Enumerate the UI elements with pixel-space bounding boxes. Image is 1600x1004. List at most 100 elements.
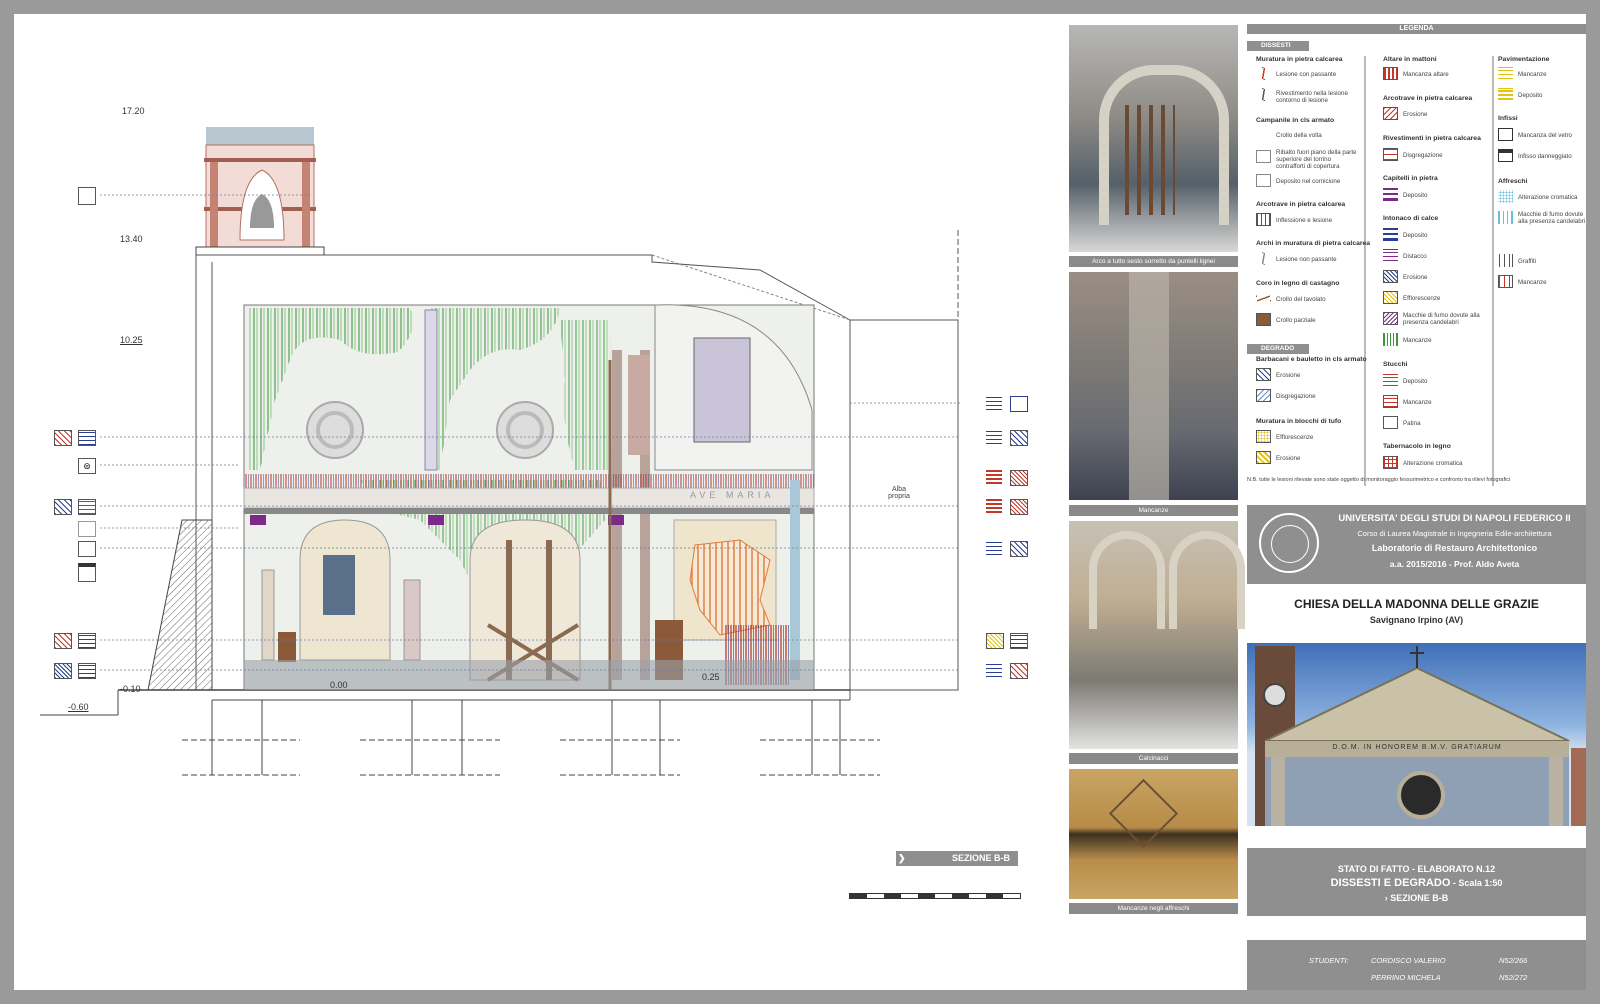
legend-item: Alterazione cromatica bbox=[1518, 194, 1578, 201]
level-label: 17.20 bbox=[122, 106, 145, 116]
marker-icon bbox=[78, 663, 96, 679]
marker-icon bbox=[1010, 633, 1028, 649]
marker-icon bbox=[986, 663, 1002, 677]
legend-heading: Coro in legno di castagno bbox=[1256, 280, 1340, 287]
legend-swatch bbox=[1256, 389, 1271, 402]
legend-swatch bbox=[1383, 416, 1398, 429]
marker-icon bbox=[1010, 396, 1028, 412]
tower-roof bbox=[206, 127, 314, 145]
legend-swatch bbox=[1256, 213, 1271, 226]
legend-item: Erosione bbox=[1403, 274, 1428, 281]
university-lab: Laboratorio di Restauro Architettonico bbox=[1371, 543, 1538, 553]
legend-title: LEGENDA bbox=[1247, 24, 1586, 34]
marker-icon bbox=[986, 499, 1002, 513]
legend-heading: Intonaco di calce bbox=[1383, 215, 1439, 222]
ave-maria-inscription: AVE MARIA bbox=[690, 490, 775, 500]
legend-heading: Arcotrave in pietra calcarea bbox=[1383, 95, 1473, 102]
marker-icon bbox=[54, 499, 72, 515]
level-label: 0.00 bbox=[330, 680, 348, 690]
elaborato-number: STATO DI FATTO - ELABORATO N.12 bbox=[1337, 864, 1496, 874]
height-note: Alba propria bbox=[888, 486, 910, 500]
legend-item: Efflorescenze bbox=[1276, 434, 1314, 441]
legend-heading: Barbacani e bauletto in cls armato bbox=[1256, 356, 1367, 363]
facade-inscription: D.O.M. IN HONOREM B.M.V. GRATIARUM bbox=[1332, 744, 1502, 751]
level-label: 13.40 bbox=[120, 234, 143, 244]
university-seal-icon bbox=[1259, 513, 1319, 573]
legend-item: Mancanze bbox=[1403, 399, 1432, 406]
marker-icon bbox=[1010, 430, 1028, 446]
legend-item: Erosione bbox=[1403, 111, 1428, 118]
legend-swatch bbox=[1256, 292, 1271, 305]
legend-item: Deposito bbox=[1403, 378, 1428, 385]
legend-swatch bbox=[1383, 312, 1398, 325]
legend-swatch bbox=[1498, 275, 1513, 288]
legend-swatch bbox=[1383, 270, 1398, 283]
legend-item: Erosione bbox=[1276, 372, 1301, 379]
legend-swatch bbox=[1498, 67, 1513, 80]
chevron-right-icon: ❯ bbox=[898, 853, 906, 863]
student-name: PERRINO MICHELA bbox=[1371, 973, 1441, 982]
legend-item: Inflessione e lesione bbox=[1276, 217, 1333, 224]
photo-3 bbox=[1069, 521, 1245, 749]
marker-icon bbox=[986, 470, 1002, 484]
legend-item: Infisso danneggiato bbox=[1518, 153, 1572, 160]
legend-item: Deposito bbox=[1403, 232, 1428, 239]
photo-1 bbox=[1069, 25, 1238, 252]
legend-item: Deposito nel cornicione bbox=[1276, 178, 1341, 185]
marker-icon bbox=[78, 430, 96, 446]
marker-icon bbox=[78, 563, 96, 582]
legend-item: Deposito bbox=[1518, 92, 1543, 99]
legend-swatch bbox=[1256, 313, 1271, 326]
marker-icon bbox=[78, 541, 96, 557]
legend-swatch bbox=[1383, 107, 1398, 120]
legend-item: Crollo del tavolato bbox=[1276, 296, 1326, 303]
legend-item: Disgregazione bbox=[1276, 393, 1316, 400]
legend-item: Disgregazione bbox=[1403, 152, 1443, 159]
legend-item: Mancanza altare bbox=[1403, 71, 1449, 78]
legend-swatch bbox=[1256, 430, 1271, 443]
legend-swatch bbox=[1256, 252, 1271, 265]
marker-icon bbox=[78, 187, 96, 205]
legend-item: Efflorescenze bbox=[1403, 295, 1441, 302]
photo-2 bbox=[1069, 272, 1238, 500]
university-block: UNIVERSITA' DEGLI STUDI DI NAPOLI FEDERI… bbox=[1247, 505, 1586, 584]
legend-item: Patina bbox=[1403, 420, 1421, 427]
legend-swatch bbox=[1256, 174, 1271, 187]
marker-icon bbox=[1010, 499, 1028, 515]
legend-swatch bbox=[1256, 451, 1271, 464]
legend-item: Alterazione cromatica bbox=[1403, 460, 1463, 467]
legend-heading: Altare in mattoni bbox=[1383, 56, 1437, 63]
legend-heading: Pavimentazione bbox=[1498, 56, 1550, 63]
church-location: Savignano Irpino (AV) bbox=[1369, 615, 1464, 625]
legend-swatch bbox=[1256, 368, 1271, 381]
marker-icon bbox=[1010, 470, 1028, 486]
marker-icon bbox=[1010, 663, 1028, 679]
marker-icon bbox=[1010, 541, 1028, 557]
academic-year: a.a. 2015/2016 - Prof. Aldo Aveta bbox=[1389, 559, 1520, 569]
legend-item: Macchie di fumo dovute alla presenza can… bbox=[1403, 312, 1480, 326]
legend-item: Rivestimento nella lesione contorno di l… bbox=[1276, 90, 1348, 104]
legend-swatch bbox=[1383, 148, 1398, 161]
marker-icon bbox=[986, 541, 1002, 555]
legend-heading: Tabernacolo in legno bbox=[1383, 443, 1451, 450]
legend-heading: Stucchi bbox=[1383, 361, 1408, 368]
students-label: STUDENTI: bbox=[1309, 956, 1349, 965]
legend-swatch bbox=[1498, 149, 1513, 162]
legend-item: Mancanze bbox=[1518, 279, 1547, 286]
legend-heading: Infissi bbox=[1498, 115, 1518, 122]
legend-item: Graffiti bbox=[1518, 258, 1537, 265]
legend-heading: Capitelli in pietra bbox=[1383, 175, 1438, 182]
legend-heading: Arcotrave in pietra calcarea bbox=[1256, 201, 1346, 208]
elaborato-section: › SEZIONE B-B bbox=[1384, 893, 1449, 903]
student-id: N52/266 bbox=[1499, 956, 1528, 965]
section-drawing bbox=[40, 127, 960, 776]
elaborato-title: DISSESTI E DEGRADO - Scala 1:50 bbox=[1330, 877, 1503, 889]
legend-heading: Campanile in cls armato bbox=[1256, 117, 1335, 124]
legend-heading: Archi in muratura di pietra calcarea bbox=[1256, 240, 1371, 247]
student-name: CORDISCO VALERIO bbox=[1371, 956, 1446, 965]
photo-4 bbox=[1069, 769, 1238, 899]
photo-caption: Arco a tutto sesto sorretto da puntelli … bbox=[1069, 256, 1238, 267]
legend-tag-degrado: DEGRADO bbox=[1247, 344, 1309, 354]
legend-swatch bbox=[1383, 228, 1398, 241]
marker-icon bbox=[986, 396, 1002, 410]
